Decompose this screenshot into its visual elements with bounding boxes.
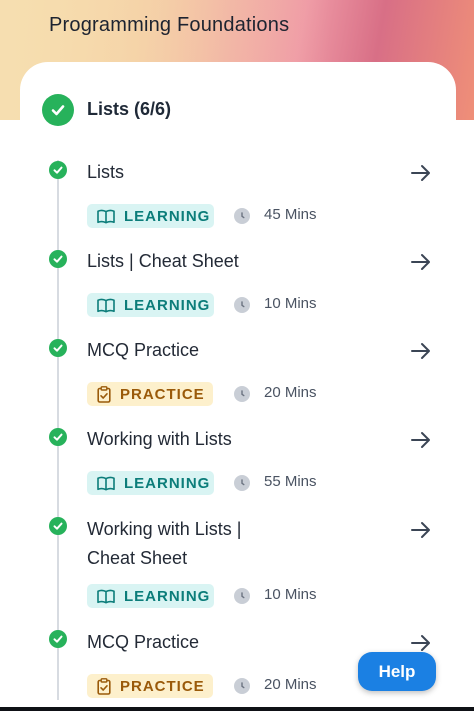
- arrow-right-icon[interactable]: [410, 340, 432, 362]
- practice-badge: PRACTICE: [87, 674, 213, 698]
- learning-badge: LEARNING: [87, 584, 214, 608]
- section-complete-check-icon: [42, 94, 74, 126]
- duration-text: 45 Mins: [264, 206, 317, 223]
- clock-icon: [234, 208, 250, 224]
- badge-label: LEARNING: [124, 207, 211, 225]
- badge-label: LEARNING: [124, 296, 211, 314]
- badge-label: LEARNING: [124, 474, 211, 492]
- arrow-right-icon[interactable]: [410, 251, 432, 273]
- clock-icon: [234, 475, 250, 491]
- item-complete-check-icon: [49, 428, 67, 446]
- book-open-icon: [97, 298, 115, 312]
- duration-text: 20 Mins: [264, 384, 317, 401]
- item-title[interactable]: MCQ Practice: [87, 628, 387, 657]
- badge-label: LEARNING: [124, 587, 211, 605]
- duration-text: 10 Mins: [264, 586, 317, 603]
- learning-badge: LEARNING: [87, 471, 214, 495]
- arrow-right-icon[interactable]: [410, 519, 432, 541]
- duration-text: 20 Mins: [264, 676, 317, 693]
- clipboard-check-icon: [97, 385, 111, 403]
- duration-text: 10 Mins: [264, 295, 317, 312]
- arrow-right-icon[interactable]: [410, 162, 432, 184]
- item-complete-check-icon: [49, 339, 67, 357]
- item-complete-check-icon: [49, 250, 67, 268]
- help-button[interactable]: Help: [358, 652, 436, 691]
- badge-label: PRACTICE: [120, 385, 205, 403]
- arrow-right-icon[interactable]: [410, 632, 432, 654]
- item-title[interactable]: Lists: [87, 158, 387, 187]
- learning-badge: LEARNING: [87, 204, 214, 228]
- clock-icon: [234, 588, 250, 604]
- clock-icon: [234, 678, 250, 694]
- item-complete-check-icon: [49, 517, 67, 535]
- book-open-icon: [97, 209, 115, 223]
- badge-label: PRACTICE: [120, 677, 205, 695]
- clipboard-check-icon: [97, 677, 111, 695]
- book-open-icon: [97, 476, 115, 490]
- practice-badge: PRACTICE: [87, 382, 213, 406]
- item-title[interactable]: Working with Lists | Cheat Sheet: [87, 515, 277, 573]
- item-title[interactable]: Lists | Cheat Sheet: [87, 247, 387, 276]
- item-title[interactable]: Working with Lists: [87, 425, 387, 454]
- duration-text: 55 Mins: [264, 473, 317, 490]
- page-title: Programming Foundations: [49, 14, 290, 36]
- item-complete-check-icon: [49, 630, 67, 648]
- arrow-right-icon[interactable]: [410, 429, 432, 451]
- bottom-edge: [0, 707, 474, 711]
- item-title[interactable]: MCQ Practice: [87, 336, 387, 365]
- clock-icon: [234, 386, 250, 402]
- clock-icon: [234, 297, 250, 313]
- section-title[interactable]: Lists (6/6): [87, 99, 171, 120]
- item-complete-check-icon: [49, 161, 67, 179]
- book-open-icon: [97, 589, 115, 603]
- learning-badge: LEARNING: [87, 293, 214, 317]
